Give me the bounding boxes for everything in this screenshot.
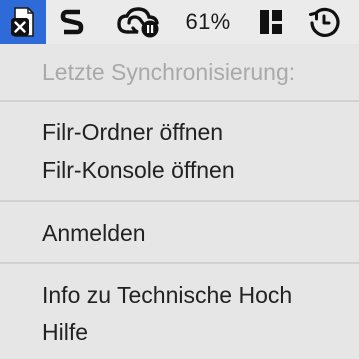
menu-item-help[interactable]: Hilfe — [42, 318, 88, 346]
battery-percentage: 61% — [185, 9, 231, 34]
menu-separator — [0, 200, 359, 202]
window-layout-icon — [260, 10, 282, 34]
menu-item-open-filr-folder[interactable]: Filr-Ordner öffnen — [42, 118, 223, 146]
menu-item-about[interactable]: Info zu Technische Hoch — [42, 281, 292, 309]
window-layout-menu-item[interactable] — [256, 0, 286, 44]
battery-menu-item[interactable]: 61% — [180, 0, 236, 44]
menu-separator — [0, 262, 359, 264]
menu-item-sign-in[interactable]: Anmelden — [42, 219, 146, 247]
menu-separator — [0, 100, 359, 102]
creative-cloud-paused-icon — [117, 7, 159, 38]
filr-dropdown-menu: Letzte Synchronisierung: Filr-Ordner öff… — [0, 44, 359, 359]
filr-status-item[interactable] — [0, 0, 46, 44]
menu-bar: 61% — [0, 0, 359, 44]
scribe-s-icon — [60, 9, 84, 35]
creative-cloud-menu-item[interactable] — [114, 0, 164, 44]
filr-error-document-icon — [11, 7, 34, 37]
menu-item-open-filr-console[interactable]: Filr-Konsole öffnen — [42, 156, 235, 184]
scribe-menu-item[interactable] — [56, 0, 88, 44]
last-sync-label: Letzte Synchronisierung: — [42, 59, 296, 85]
time-machine-menu-item[interactable] — [304, 0, 344, 44]
time-machine-icon — [309, 7, 340, 37]
screen: 61% Letzte Synchronisierung: Filr-Ordner… — [0, 0, 359, 359]
